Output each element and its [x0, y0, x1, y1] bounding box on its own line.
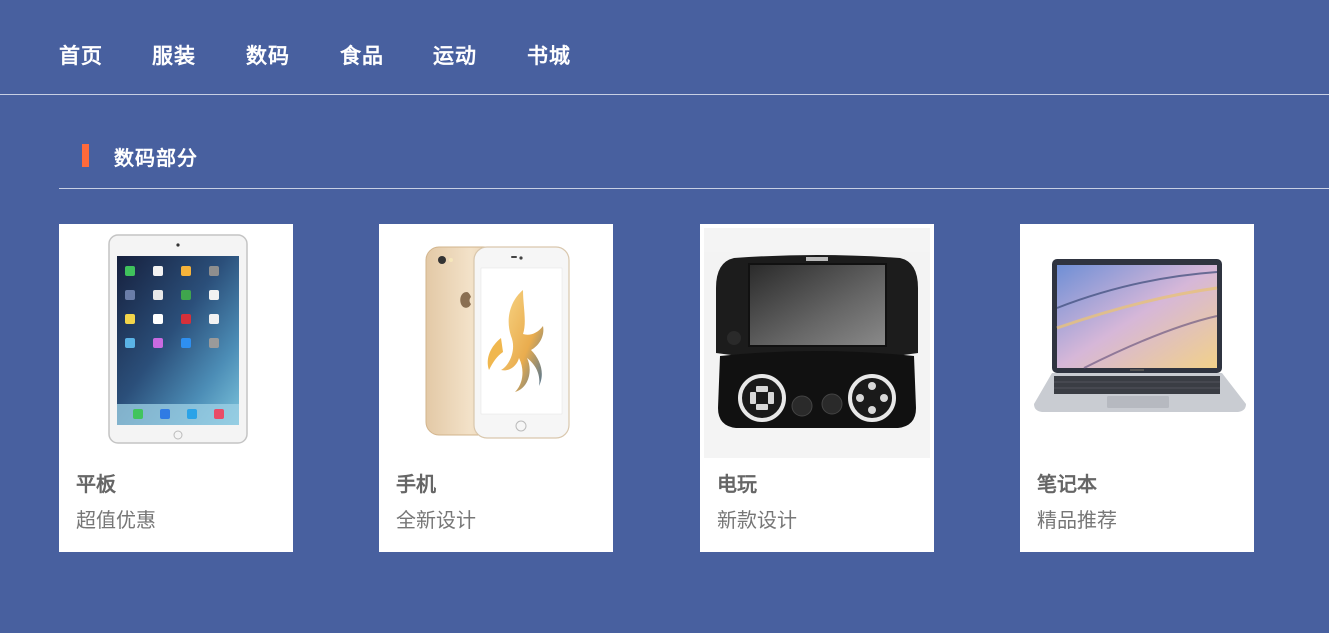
product-name: 手机 [396, 472, 436, 496]
nav-item-books[interactable]: 书城 [527, 40, 571, 70]
laptop-image [1024, 228, 1250, 458]
game-console-image [704, 228, 930, 458]
nav-item-clothing[interactable]: 服装 [152, 40, 196, 70]
product-description: 新款设计 [717, 508, 797, 532]
nav-item-sports[interactable]: 运动 [433, 40, 477, 70]
section-title: 数码部分 [114, 146, 198, 170]
nav-item-digital[interactable]: 数码 [246, 40, 290, 70]
product-card-phone[interactable]: 手机 全新设计 [379, 224, 613, 552]
tablet-image [63, 228, 289, 458]
product-name: 笔记本 [1037, 472, 1097, 496]
product-card-game-console[interactable]: 电玩 新款设计 [700, 224, 934, 552]
product-name: 平板 [76, 472, 116, 496]
section-header: 数码部分 [59, 140, 1329, 189]
product-description: 超值优惠 [76, 508, 156, 532]
product-card-laptop[interactable]: 笔记本 精品推荐 [1020, 224, 1254, 552]
phone-image [383, 228, 609, 458]
product-description: 精品推荐 [1037, 508, 1117, 532]
product-card-tablet[interactable]: 平板 超值优惠 [59, 224, 293, 552]
top-navigation: 首页 服装 数码 食品 运动 书城 [0, 0, 1329, 95]
section-accent-bar [82, 144, 89, 167]
nav-item-food[interactable]: 食品 [340, 40, 384, 70]
product-description: 全新设计 [396, 508, 476, 532]
nav-item-home[interactable]: 首页 [59, 40, 103, 70]
product-name: 电玩 [717, 472, 757, 496]
